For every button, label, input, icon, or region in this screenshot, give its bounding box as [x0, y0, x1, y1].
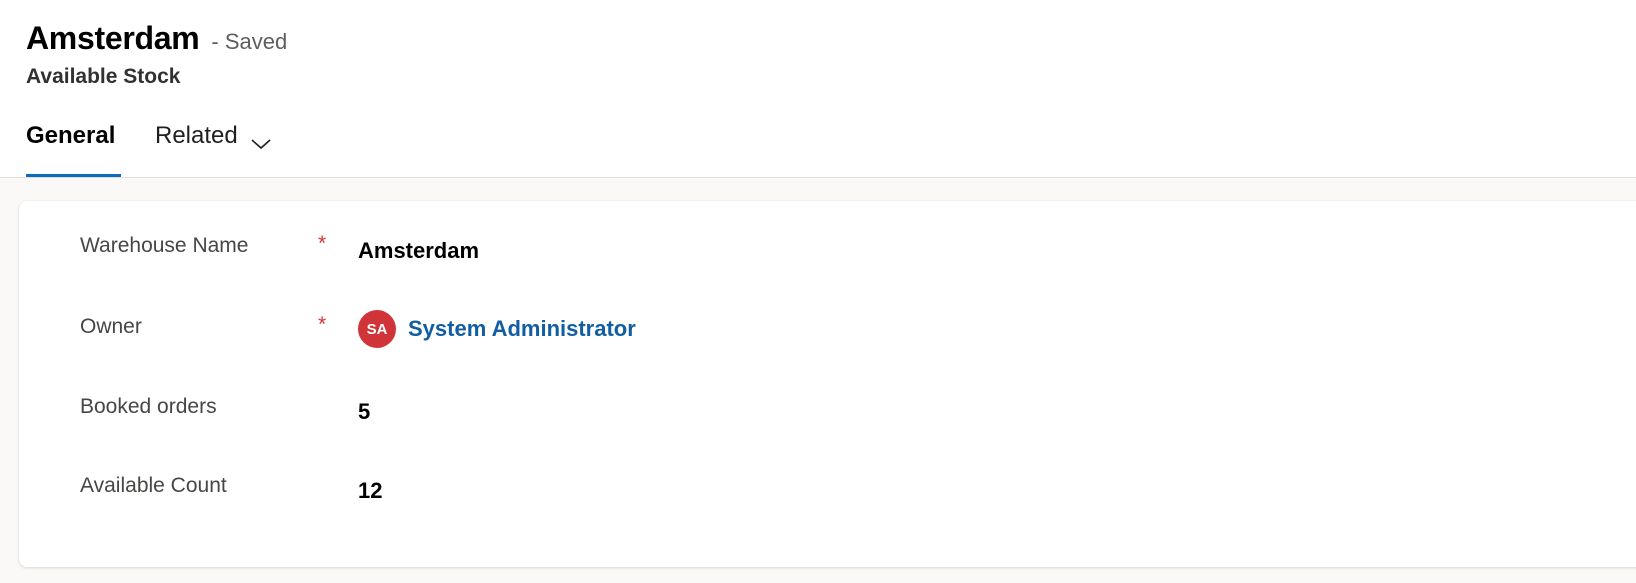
booked-orders-label: Booked orders [80, 395, 217, 418]
save-status: - Saved [211, 29, 288, 54]
booked-orders-value[interactable]: 5 [358, 399, 370, 425]
avatar: SA [358, 310, 396, 348]
available-count-label: Available Count [80, 474, 227, 497]
field-owner: Owner * SA System Administrator [19, 310, 1619, 355]
required-indicator: * [318, 232, 327, 255]
entity-name: Available Stock [26, 65, 181, 88]
warehouse-name-input[interactable]: Amsterdam [358, 238, 479, 264]
tab-general[interactable]: General [26, 118, 121, 177]
form-header: Amsterdam - Saved Available Stock Genera… [0, 0, 1636, 178]
owner-label: Owner [80, 315, 142, 338]
field-available-count: Available Count 12 [19, 474, 1619, 514]
warehouse-name-label: Warehouse Name [80, 234, 249, 257]
tab-list: General Related [26, 118, 272, 178]
tab-related-label: Related [155, 122, 238, 149]
title-row: Amsterdam - Saved [26, 20, 287, 57]
field-warehouse-name: Warehouse Name * Amsterdam [19, 232, 1619, 274]
record-title: Amsterdam [26, 20, 200, 56]
owner-lookup[interactable]: SA System Administrator [358, 310, 636, 348]
field-booked-orders: Booked orders 5 [19, 395, 1619, 435]
required-indicator: * [318, 313, 327, 336]
owner-link[interactable]: System Administrator [408, 316, 636, 342]
general-section-card: Warehouse Name * Amsterdam Owner * SA Sy… [19, 201, 1636, 567]
chevron-down-icon [250, 130, 272, 150]
available-count-value[interactable]: 12 [358, 478, 382, 504]
tab-general-label: General [26, 122, 116, 149]
tab-related[interactable]: Related [155, 118, 272, 177]
avatar-initials: SA [366, 320, 388, 338]
